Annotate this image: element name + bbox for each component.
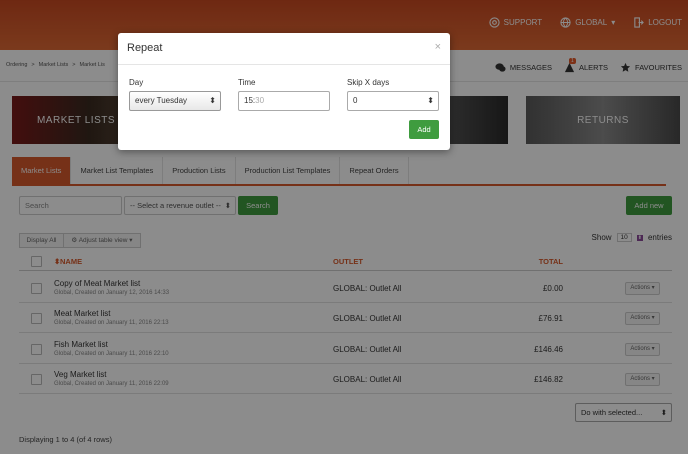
skip-days-label: Skip X days [347,78,390,87]
time-label: Time [238,78,256,87]
close-icon[interactable]: × [435,41,441,53]
day-select[interactable]: every Tuesday ⬍ [129,91,221,111]
skip-days-stepper[interactable]: 0 ⬍ [347,91,439,111]
time-hour: 15 [244,96,253,105]
repeat-dialog: Repeat × Day every Tuesday ⬍ Time 15:30 … [118,33,450,150]
day-value: every Tuesday [135,96,188,105]
add-button[interactable]: Add [409,120,439,139]
time-input[interactable]: 15:30 [238,91,330,111]
stepper-arrows-icon[interactable]: ⬍ [427,92,434,110]
skip-days-value: 0 [353,96,358,105]
day-label: Day [129,78,144,87]
time-minute: 30 [255,96,265,105]
select-arrows-icon: ⬍ [209,96,216,105]
dialog-header: Repeat × [118,33,450,65]
dialog-title: Repeat [127,42,163,54]
